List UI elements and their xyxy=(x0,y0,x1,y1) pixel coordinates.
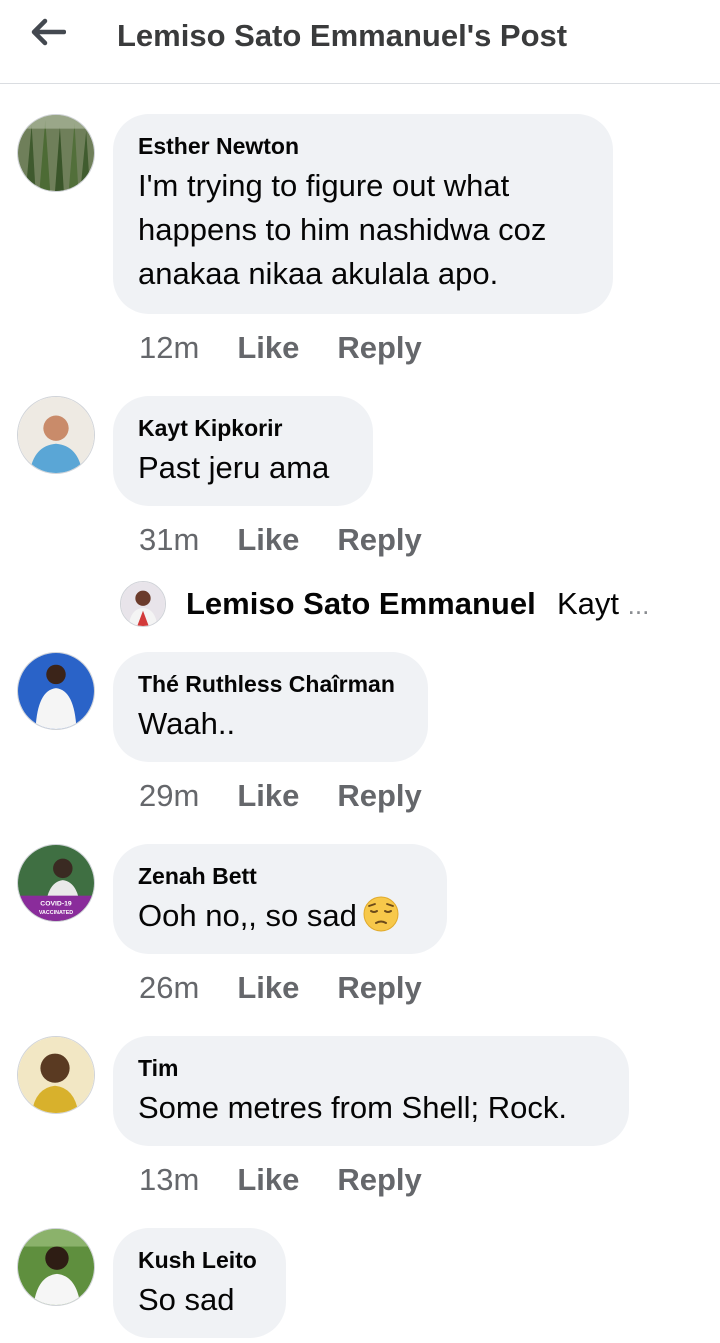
comment-time: 12m xyxy=(139,330,200,365)
comment-author[interactable]: Zenah Bett xyxy=(138,862,421,890)
like-button[interactable]: Like xyxy=(237,330,299,366)
comment-author[interactable]: Esther Newton xyxy=(138,132,587,160)
back-button[interactable] xyxy=(28,14,68,50)
like-button[interactable]: Like xyxy=(237,970,299,1006)
reply-button[interactable]: Reply xyxy=(337,330,421,366)
comment-text: I'm trying to figure out what happens to… xyxy=(138,164,587,296)
comment-bubble[interactable]: Kush Leito So sad xyxy=(113,1228,286,1338)
badge-line1: COVID-19 xyxy=(40,900,72,907)
like-button[interactable]: Like xyxy=(237,778,299,814)
comment-line: happens to him nashidwa coz xyxy=(138,212,547,247)
avatar[interactable] xyxy=(17,652,95,730)
avatar[interactable] xyxy=(17,1228,95,1306)
comment-bubble[interactable]: Esther Newton I'm trying to figure out w… xyxy=(113,114,613,314)
comment-text: So sad xyxy=(138,1282,235,1317)
comment-bubble[interactable]: Kayt Kipkorir Past jeru ama xyxy=(113,396,373,506)
comment-time: 31m xyxy=(139,522,200,557)
comment-line: Ooh no,, so sad xyxy=(138,898,357,933)
comment-bubble[interactable]: Thé Ruthless Chaîrman Waah.. xyxy=(113,652,428,762)
reply-button[interactable]: Reply xyxy=(337,970,421,1006)
like-button[interactable]: Like xyxy=(237,522,299,558)
comment-text: Some metres from Shell; Rock. xyxy=(138,1090,567,1125)
back-arrow-icon xyxy=(31,18,66,46)
reply-preview[interactable]: Lemiso Sato Emmanuel Kayt ... xyxy=(120,578,710,632)
comment-bubble[interactable]: Zenah Bett Ooh no,, so sad xyxy=(113,844,447,954)
avatar[interactable] xyxy=(17,396,95,474)
comment-time: 29m xyxy=(139,778,200,813)
comment-actions: 26m Like Reply xyxy=(139,970,460,1006)
comment-actions: 29m Like Reply xyxy=(139,778,460,814)
reply-button[interactable]: Reply xyxy=(337,778,421,814)
comment-line: anakaa nikaa akulala apo. xyxy=(138,256,499,291)
avatar[interactable] xyxy=(17,1036,95,1114)
header-bar: Lemiso Sato Emmanuel's Post xyxy=(0,0,720,84)
comment-actions: 31m Like Reply xyxy=(139,522,460,558)
avatar[interactable] xyxy=(17,114,95,192)
comment-actions: 12m Like Reply xyxy=(139,330,460,366)
reply-more: ... xyxy=(627,590,650,620)
reply-avatar[interactable] xyxy=(120,581,166,627)
reply-snippet-text: Kayt xyxy=(557,586,620,621)
comment-time: 13m xyxy=(139,1162,200,1197)
reply-button[interactable]: Reply xyxy=(337,522,421,558)
badge-line2: VACCINATED xyxy=(39,910,73,916)
comment-text: Past jeru ama xyxy=(138,450,330,485)
comment-bubble[interactable]: Tim Some metres from Shell; Rock. xyxy=(113,1036,629,1146)
like-button[interactable]: Like xyxy=(237,1162,299,1198)
comment-author[interactable]: Thé Ruthless Chaîrman xyxy=(138,670,402,698)
page-title: Lemiso Sato Emmanuel's Post xyxy=(117,18,568,53)
comment-author[interactable]: Kayt Kipkorir xyxy=(138,414,347,442)
avatar[interactable]: COVID-19 VACCINATED xyxy=(17,844,95,922)
pensive-face-icon xyxy=(363,896,399,932)
reply-snippet: Kayt ... xyxy=(557,586,649,622)
comment-text: Waah.. xyxy=(138,706,236,741)
comment-time: 26m xyxy=(139,970,200,1005)
comment-text: Ooh no,, so sad xyxy=(138,894,421,938)
comment-author[interactable]: Tim xyxy=(138,1054,603,1082)
comment-line: I'm trying to figure out what xyxy=(138,168,510,203)
reply-author[interactable]: Lemiso Sato Emmanuel xyxy=(186,586,536,622)
comment-actions: 13m Like Reply xyxy=(139,1162,460,1198)
comment-author[interactable]: Kush Leito xyxy=(138,1246,260,1274)
reply-button[interactable]: Reply xyxy=(337,1162,421,1198)
